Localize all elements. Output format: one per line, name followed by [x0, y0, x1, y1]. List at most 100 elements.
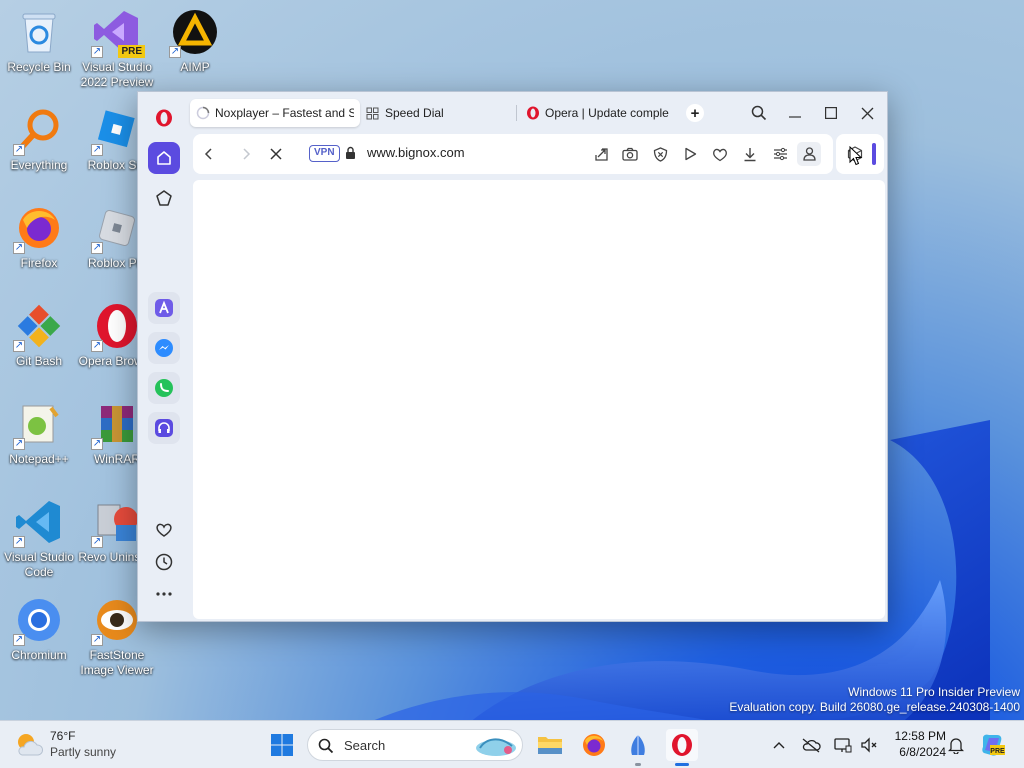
taskbar-opera[interactable] [666, 729, 698, 766]
minimize-button[interactable] [777, 95, 813, 131]
windows-watermark: Windows 11 Pro Insider Preview Evaluatio… [729, 685, 1020, 715]
desktop-icon-firefox[interactable]: ↗ Firefox [0, 204, 78, 271]
share-icon [594, 147, 608, 161]
easy-setup-button[interactable] [769, 143, 791, 165]
start-button[interactable] [266, 729, 298, 761]
page-content-area[interactable] [193, 180, 885, 619]
forward-arrow-icon [243, 148, 251, 160]
bookmark-page-button[interactable] [709, 143, 731, 165]
taskbar-firefox[interactable] [578, 729, 610, 761]
sidebar-more-button[interactable] [148, 578, 180, 610]
whatsapp-icon [155, 379, 173, 397]
desktop-icon-visual-studio-preview[interactable]: PRE ↗ Visual Studio 2022 Preview [78, 8, 156, 90]
taskbar-app-sail[interactable] [622, 729, 654, 766]
tab-bar: Noxplayer – Fastest and S Speed Dial Ope… [190, 96, 887, 130]
partly-sunny-icon [18, 734, 44, 756]
onedrive-tray[interactable] [799, 733, 823, 757]
tab-speed-dial[interactable]: Speed Dial [360, 99, 510, 127]
music-player-button[interactable] [148, 412, 180, 444]
opera-menu-button[interactable] [148, 102, 180, 134]
notepad-plus-plus-icon: ↗ [13, 400, 63, 450]
network-tray[interactable] [831, 733, 855, 757]
shortcut-arrow-icon: ↗ [13, 340, 25, 352]
weather-condition: Partly sunny [50, 745, 117, 759]
forward-button[interactable] [234, 142, 258, 166]
tab-noxplayer[interactable]: Noxplayer – Fastest and S [190, 99, 360, 127]
vpn-badge[interactable]: VPN [309, 145, 340, 162]
shortcut-arrow-icon: ↗ [169, 46, 181, 58]
notifications-button[interactable] [944, 733, 968, 757]
firefox-icon [583, 734, 605, 756]
maximize-button[interactable] [813, 95, 849, 131]
desktop-icon-label: Chromium [11, 648, 67, 662]
faststone-icon: ↗ [91, 596, 141, 646]
url-field[interactable]: www.bignox.com [367, 145, 465, 160]
opera-browser-window[interactable]: Noxplayer – Fastest and S Speed Dial Ope… [137, 91, 888, 622]
pinboard-button[interactable] [148, 182, 180, 214]
new-tab-button[interactable]: + [686, 104, 704, 122]
desktop-icon-label: Visual Studio Code [4, 550, 74, 579]
profile-button[interactable] [797, 142, 821, 166]
copilot-button[interactable]: PRE [978, 731, 1006, 759]
desktop-icon-aimp[interactable]: ↗ AIMP [156, 8, 234, 75]
speed-dial-grid-icon [366, 107, 379, 119]
show-hidden-icons-button[interactable] [767, 733, 791, 757]
whatsapp-button[interactable] [148, 372, 180, 404]
close-button[interactable] [849, 95, 885, 131]
svg-text:PRE: PRE [990, 748, 1005, 755]
stop-loading-button[interactable] [264, 142, 288, 166]
desktop-icon-vscode[interactable]: ↗ Visual Studio Code [0, 498, 78, 580]
search-highlight-icon [476, 738, 516, 756]
shortcut-arrow-icon: ↗ [91, 46, 103, 58]
tab-opera-update[interactable]: Opera | Update complet [520, 99, 675, 127]
desktop-icon-label: AIMP [180, 60, 210, 74]
desktop-icon-everything[interactable]: ↗ Everything [0, 106, 78, 173]
play-icon [684, 147, 696, 161]
weather-temp: 76°F [50, 729, 76, 743]
roblox-studio-icon: ↗ [91, 106, 141, 156]
lock-icon[interactable] [345, 146, 356, 160]
home-icon [157, 151, 171, 165]
clock[interactable]: 12:58 PM 6/8/2024 [884, 728, 946, 760]
loading-spinner-icon [196, 106, 210, 120]
shortcut-arrow-icon: ↗ [13, 438, 25, 450]
weather-widget[interactable]: 76°F Partly sunny [14, 727, 144, 763]
bookmarks-button[interactable] [148, 514, 180, 546]
cloud-offline-icon [802, 738, 821, 753]
running-indicator [635, 763, 641, 766]
tab-search-button[interactable] [741, 95, 777, 131]
back-button[interactable] [197, 142, 221, 166]
clock-time: 12:58 PM [894, 729, 946, 743]
firefox-icon: ↗ [13, 204, 63, 254]
desktop-icon-chromium[interactable]: ↗ Chromium [0, 596, 78, 663]
share-button[interactable] [590, 143, 612, 165]
messenger-button[interactable] [148, 332, 180, 364]
player-button[interactable] [679, 143, 701, 165]
adblock-button[interactable] [649, 143, 671, 165]
desktop-icon-git-bash[interactable]: ↗ Git Bash [0, 302, 78, 369]
volume-tray[interactable] [857, 733, 881, 757]
taskbar-search[interactable]: Search [307, 729, 523, 761]
camera-icon [622, 147, 638, 161]
pinboard-icon [156, 190, 172, 206]
sidebar-accent-indicator [872, 143, 876, 165]
everything-icon: ↗ [13, 106, 63, 156]
desktop-icon-recycle-bin[interactable]: Recycle Bin [0, 8, 78, 75]
preview-badge: PRE [118, 45, 145, 58]
desktop-icon-label: WinRAR [93, 452, 140, 466]
back-arrow-icon [204, 148, 212, 160]
shortcut-arrow-icon: ↗ [13, 634, 25, 646]
sail-app-icon [631, 735, 645, 755]
desktop-icon-notepad-plus-plus[interactable]: ↗ Notepad++ [0, 400, 78, 467]
winrar-icon: ↗ [91, 400, 141, 450]
downloads-button[interactable] [739, 143, 761, 165]
desktop-icon-label: Notepad++ [9, 452, 69, 466]
home-button[interactable] [148, 142, 180, 174]
desktop-icon-label: FastStone Image Viewer [80, 648, 154, 677]
clock-date: 6/8/2024 [899, 745, 946, 759]
history-button[interactable] [148, 546, 180, 578]
aria-button[interactable] [148, 292, 180, 324]
shortcut-arrow-icon: ↗ [13, 536, 25, 548]
snapshot-button[interactable] [619, 143, 641, 165]
taskbar-file-explorer[interactable] [534, 729, 566, 761]
